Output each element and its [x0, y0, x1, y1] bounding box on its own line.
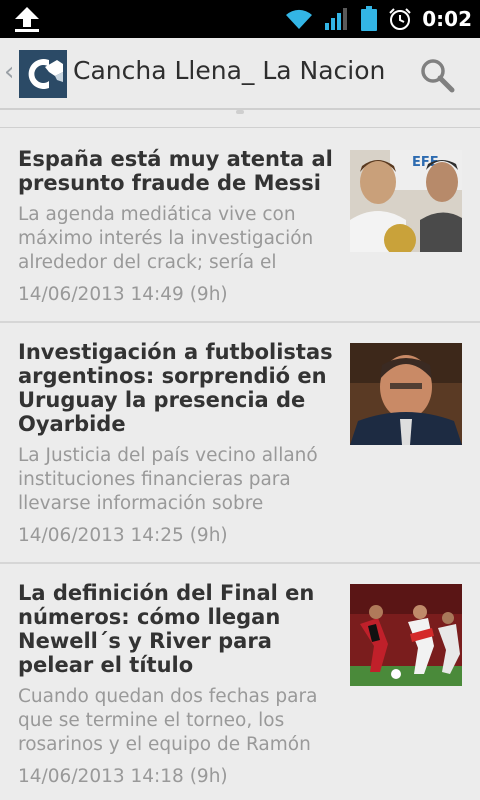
action-bar: ‹ Cancha Llena_ La Nacion: [0, 38, 480, 110]
divider: [0, 127, 480, 128]
article-date: 14/06/2013 14:18 (9h): [18, 766, 228, 787]
article-thumbnail: EFE: [350, 150, 462, 252]
article-summary: La agenda mediática vive con máximo inte…: [18, 204, 314, 273]
status-bar: 0:02: [0, 0, 480, 38]
alarm-icon: [389, 8, 411, 30]
article-date: 14/06/2013 14:25 (9h): [18, 525, 228, 546]
upload-icon: [15, 7, 39, 32]
article-title: La definición del Final en números: cómo…: [18, 581, 315, 677]
divider: [0, 321, 480, 323]
article-list[interactable]: España está muy atenta al presunto fraud…: [0, 110, 480, 800]
article-title: Investigación a futbolistas argentinos: …: [18, 340, 333, 436]
battery-icon: [361, 6, 378, 31]
article-summary: La Justicia del país vecino allanó insti…: [18, 445, 318, 514]
scroll-indicator: [236, 110, 244, 114]
app-title: Cancha Llena_ La Nacion: [73, 56, 386, 85]
article-summary: Cuando quedan dos fechas para que se ter…: [18, 686, 318, 755]
back-chevron-icon[interactable]: ‹: [4, 58, 14, 86]
wifi-icon: [286, 9, 313, 29]
article-title: España está muy atenta al presunto fraud…: [18, 147, 333, 195]
article-item[interactable]: España está muy atenta al presunto fraud…: [0, 147, 480, 317]
article-thumbnail: [350, 584, 462, 686]
logo-mark: [28, 59, 63, 89]
article-thumbnail: [350, 343, 462, 445]
divider: [0, 562, 480, 564]
article-item[interactable]: Investigación a futbolistas argentinos: …: [0, 340, 480, 554]
status-time: 0:02: [422, 7, 472, 31]
article-item[interactable]: La definición del Final en números: cómo…: [0, 581, 480, 795]
signal-icon: [325, 8, 348, 30]
article-date: 14/06/2013 14:49 (9h): [18, 284, 228, 305]
app-logo[interactable]: [19, 50, 67, 98]
search-icon[interactable]: [418, 56, 456, 94]
